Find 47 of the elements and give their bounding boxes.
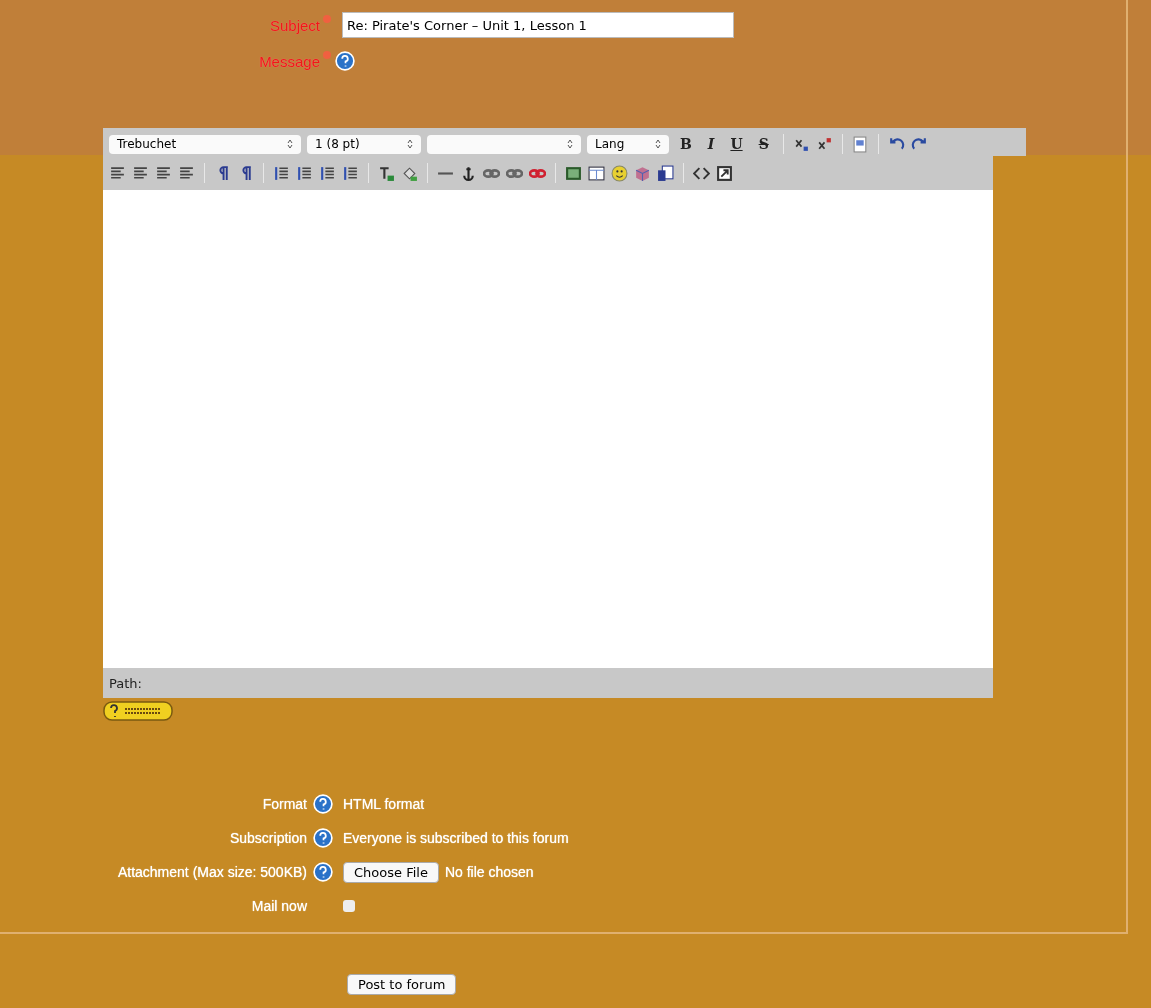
clean-document-icon[interactable] bbox=[851, 135, 869, 153]
indent-icon[interactable] bbox=[342, 164, 359, 182]
numbered-list-icon[interactable] bbox=[273, 164, 290, 182]
field-label: Format bbox=[262, 796, 307, 812]
paint-bucket-icon[interactable] bbox=[401, 164, 418, 182]
align-right-icon[interactable] bbox=[155, 164, 172, 182]
format-button[interactable]: B bbox=[675, 136, 697, 152]
post-to-forum-button[interactable]: Post to forum bbox=[347, 974, 457, 995]
justify-icon[interactable] bbox=[178, 164, 195, 182]
anchor-icon[interactable] bbox=[460, 164, 477, 182]
field-label: Mail now bbox=[251, 898, 307, 914]
field-label: Attachment (Max size: 500KB) bbox=[117, 864, 307, 880]
fullscreen-icon[interactable] bbox=[716, 164, 733, 182]
bullet-list-icon[interactable] bbox=[296, 164, 313, 182]
table-icon[interactable] bbox=[588, 164, 605, 182]
font-select[interactable]: Trebuchet bbox=[109, 134, 301, 154]
format-button[interactable]: U bbox=[725, 136, 748, 152]
chevron-icon bbox=[655, 139, 661, 149]
help-icon[interactable] bbox=[335, 51, 355, 71]
format-button[interactable]: I bbox=[702, 136, 720, 152]
paste-icon[interactable] bbox=[657, 164, 674, 182]
subject-field[interactable]: Re: Pirate's Corner – Unit 1, Lesson 1 bbox=[342, 12, 734, 38]
choose-file-button[interactable]: Choose File bbox=[343, 861, 439, 883]
text-color-icon[interactable] bbox=[378, 164, 395, 182]
language-select[interactable]: Lang bbox=[587, 134, 669, 154]
size-select[interactable]: 1 (8 pt) bbox=[307, 134, 421, 154]
file-status: No file chosen bbox=[444, 864, 534, 880]
chevron-icon bbox=[407, 139, 413, 149]
smiley-icon[interactable] bbox=[611, 164, 628, 182]
subject-label: Subject bbox=[268, 16, 320, 34]
chevron-icon bbox=[287, 139, 293, 149]
mail-now-checkbox[interactable] bbox=[343, 900, 355, 912]
help-badge-icon[interactable] bbox=[103, 701, 173, 721]
field-label: Subscription bbox=[229, 830, 307, 846]
help-icon[interactable] bbox=[313, 862, 333, 882]
help-icon[interactable] bbox=[313, 794, 333, 814]
outdent-icon[interactable] bbox=[319, 164, 336, 182]
align-center-icon[interactable] bbox=[132, 164, 149, 182]
path-label: Path: bbox=[109, 675, 142, 691]
align-left-icon[interactable] bbox=[109, 164, 126, 182]
image-icon[interactable] bbox=[565, 164, 582, 182]
help-icon[interactable] bbox=[313, 828, 333, 848]
chevron-icon bbox=[567, 139, 573, 149]
format-button[interactable]: S bbox=[753, 136, 774, 152]
field-value: HTML format bbox=[343, 796, 425, 812]
cube-icon[interactable] bbox=[634, 164, 651, 182]
message-label: Message bbox=[258, 52, 320, 70]
